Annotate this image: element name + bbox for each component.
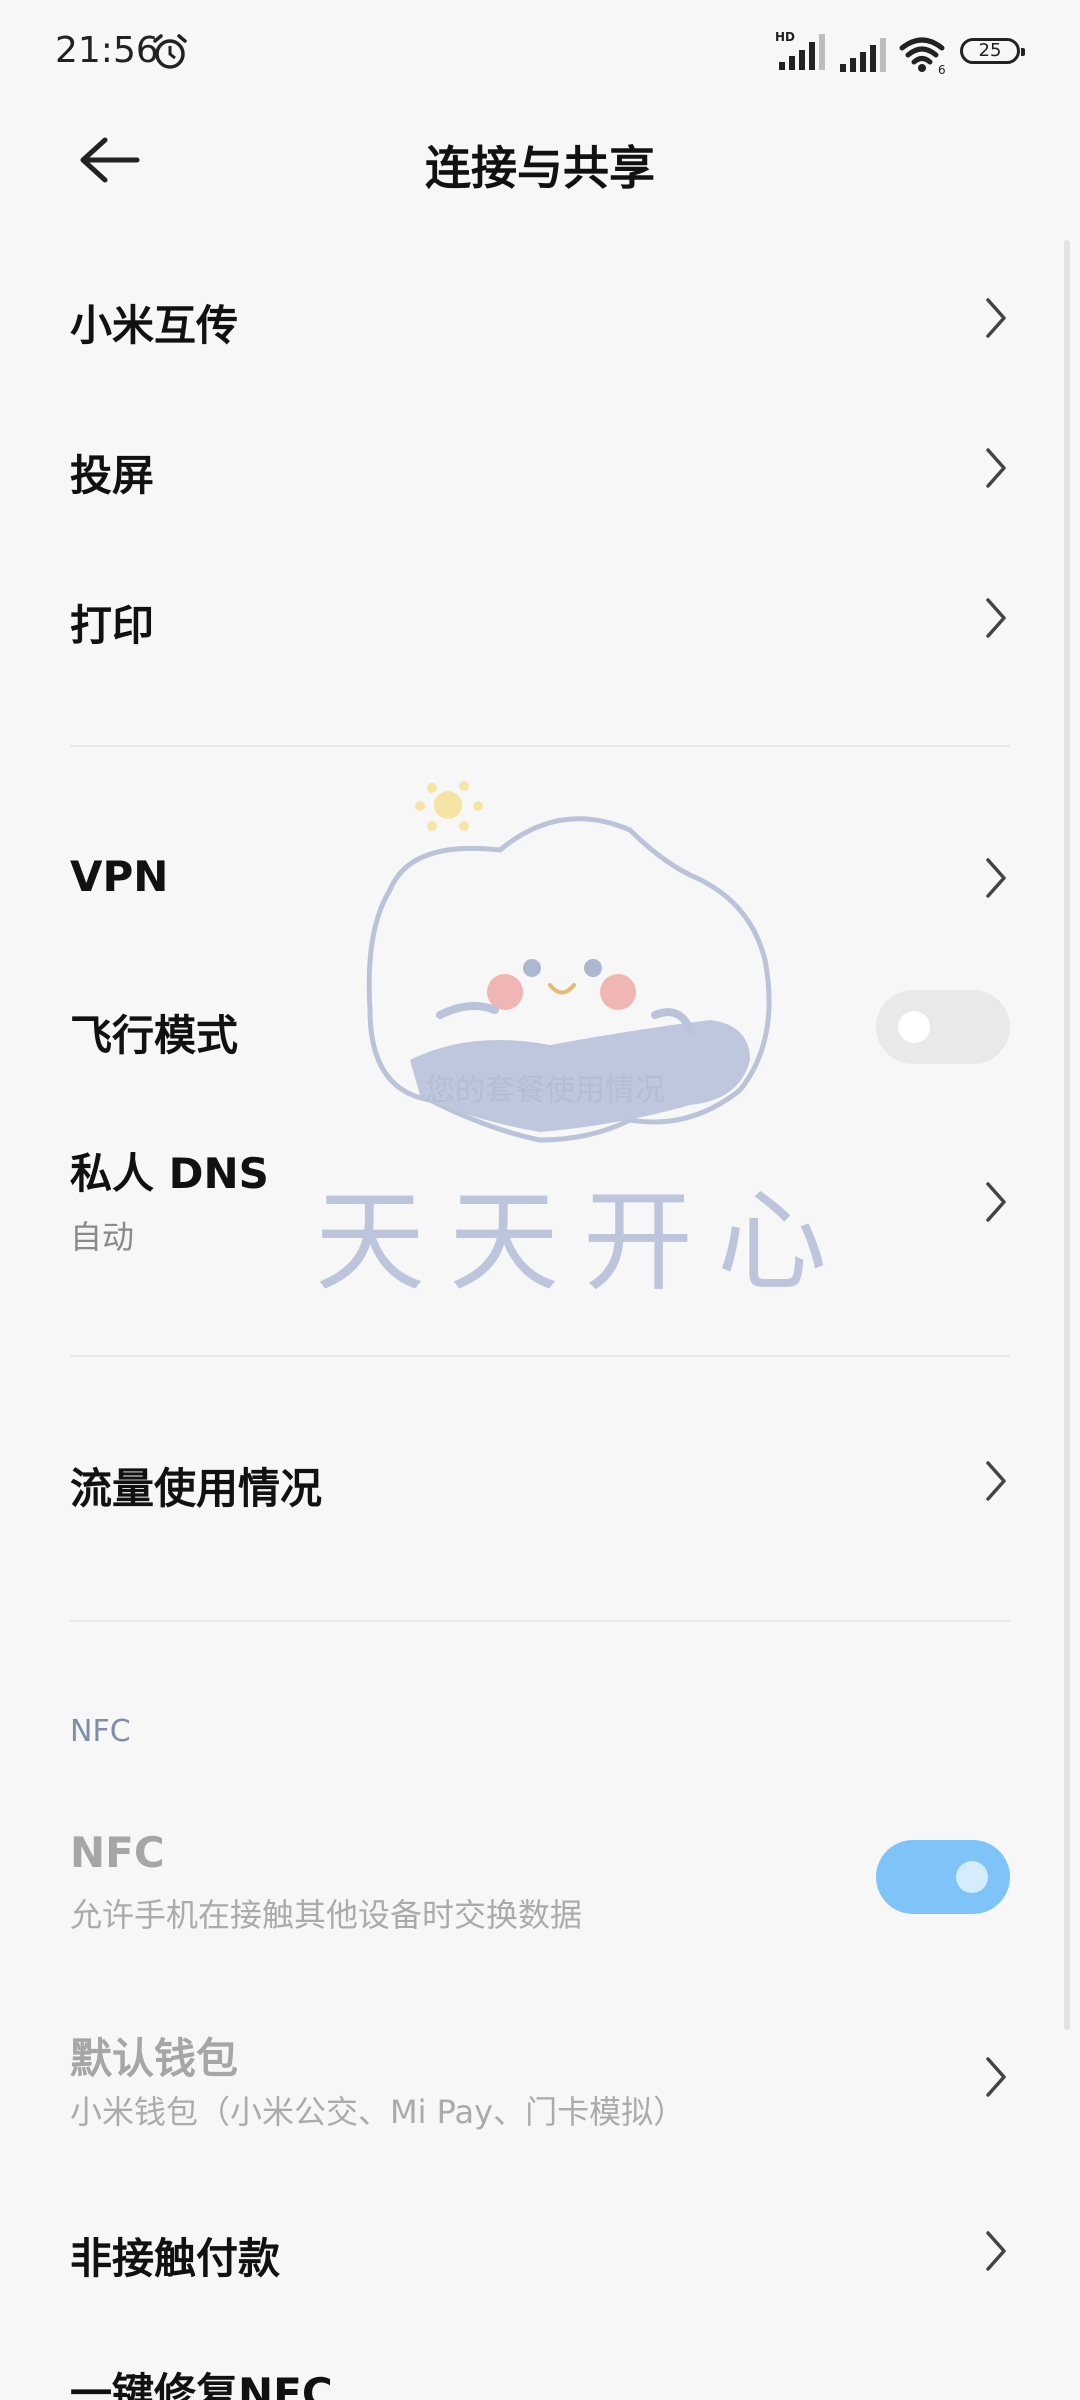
airplane-mode-row[interactable]: 飞行模式 xyxy=(0,970,1080,1090)
nfc-title: NFC xyxy=(70,1828,165,1877)
vpn-title: VPN xyxy=(70,852,169,901)
mi-share-title: 小米互传 xyxy=(70,301,239,350)
repair-nfc-title: 一键修复NFC xyxy=(70,2369,333,2400)
hd-label: HD xyxy=(775,30,795,44)
signal-hd-icon: HD xyxy=(775,30,825,70)
sun-icon xyxy=(434,791,462,819)
private-dns-row[interactable]: 私人 DNS 自动 xyxy=(0,1140,1080,1270)
chevron-right-icon xyxy=(986,598,1006,638)
signal-icon xyxy=(840,38,886,72)
wifi-icon: 6 xyxy=(899,37,946,74)
header: 连接与共享 xyxy=(0,110,1080,210)
default-wallet-subtitle: 小米钱包（小米公交、Mi Pay、门卡模拟） xyxy=(70,2093,686,2131)
chevron-right-icon xyxy=(986,448,1006,488)
nfc-section-label: NFC xyxy=(70,1714,131,1749)
toggle-knob xyxy=(956,1861,988,1893)
default-wallet-title: 默认钱包 xyxy=(70,2034,239,2083)
divider xyxy=(70,745,1010,747)
divider xyxy=(70,1355,1010,1357)
nfc-toggle[interactable] xyxy=(876,1840,1010,1914)
status-time: 21:56 xyxy=(55,30,159,71)
nfc-subtitle: 允许手机在接触其他设备时交换数据 xyxy=(70,1896,583,1934)
contactless-pay-title: 非接触付款 xyxy=(70,2234,281,2283)
cast-row[interactable]: 投屏 xyxy=(0,420,1080,540)
battery-indicator: 25 xyxy=(960,38,1025,64)
private-dns-title: 私人 DNS xyxy=(70,1149,269,1198)
private-dns-subtitle: 自动 xyxy=(70,1218,135,1256)
alarm-icon xyxy=(153,34,187,69)
wifi-badge: 6 xyxy=(938,63,946,74)
divider xyxy=(70,1620,1010,1622)
page-title: 连接与共享 xyxy=(425,141,655,195)
contactless-pay-row[interactable]: 非接触付款 xyxy=(0,2215,1080,2315)
cast-title: 投屏 xyxy=(70,451,155,500)
data-usage-row[interactable]: 流量使用情况 xyxy=(0,1425,1080,1545)
chevron-right-icon xyxy=(986,1461,1006,1501)
chevron-right-icon xyxy=(986,1182,1006,1222)
vpn-row[interactable]: VPN xyxy=(0,820,1080,940)
airplane-mode-title: 飞行模式 xyxy=(70,1011,239,1060)
chevron-right-icon xyxy=(986,858,1006,898)
print-row[interactable]: 打印 xyxy=(0,570,1080,690)
repair-nfc-row[interactable]: 一键修复NFC xyxy=(0,2360,1080,2400)
default-wallet-row[interactable]: 默认钱包 小米钱包（小米公交、Mi Pay、门卡模拟） xyxy=(0,2025,1080,2155)
data-usage-title: 流量使用情况 xyxy=(70,1464,323,1513)
chevron-right-icon xyxy=(986,2057,1006,2097)
airplane-mode-toggle[interactable] xyxy=(876,990,1010,1064)
chevron-right-icon xyxy=(986,2231,1006,2271)
chevron-right-icon xyxy=(986,298,1006,338)
nfc-row[interactable]: NFC 允许手机在接触其他设备时交换数据 xyxy=(0,1828,1080,1958)
print-title: 打印 xyxy=(70,601,155,650)
status-bar: 21:56 HD 6 25 xyxy=(0,0,1080,100)
mi-share-row[interactable]: 小米互传 xyxy=(0,270,1080,390)
toggle-knob xyxy=(898,1011,930,1043)
